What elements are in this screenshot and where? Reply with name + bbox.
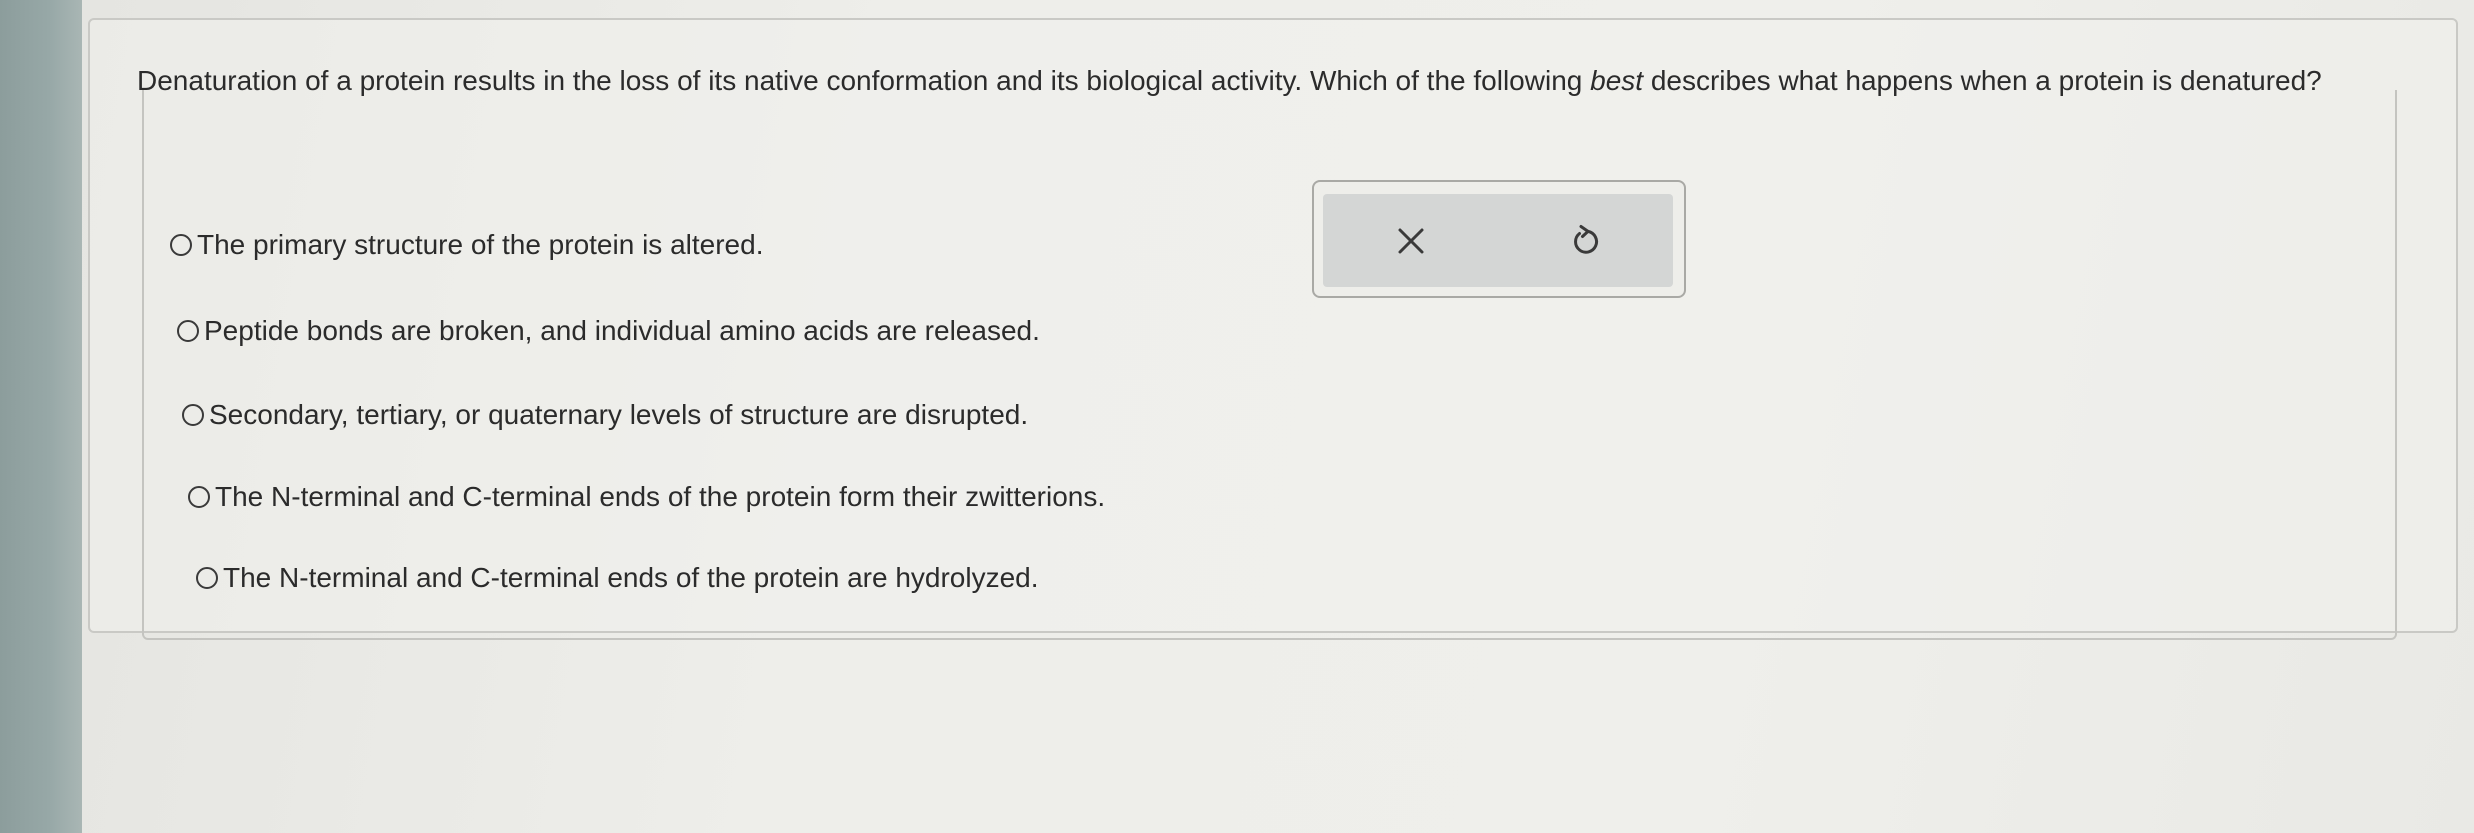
answer-option-label: Secondary, tertiary, or quaternary level… bbox=[209, 399, 1029, 430]
clear-answer-button[interactable] bbox=[1323, 194, 1498, 287]
radio-button[interactable] bbox=[188, 486, 210, 508]
radio-button[interactable] bbox=[170, 234, 192, 256]
question-emphasis: best bbox=[1590, 65, 1644, 96]
background-edge bbox=[0, 0, 82, 833]
radio-button[interactable] bbox=[177, 320, 199, 342]
question-suffix: describes what happens when a protein is… bbox=[1643, 65, 2322, 96]
answer-option-4[interactable]: The N-terminal and C-terminal ends of th… bbox=[188, 481, 1105, 513]
question-text: Denaturation of a protein results in the… bbox=[137, 62, 2407, 99]
answer-option-label: Peptide bonds are broken, and individual… bbox=[204, 315, 1040, 346]
radio-button[interactable] bbox=[196, 567, 218, 589]
answer-option-label: The N-terminal and C-terminal ends of th… bbox=[223, 562, 1039, 593]
undo-icon bbox=[1573, 224, 1598, 254]
answer-option-label: The N-terminal and C-terminal ends of th… bbox=[215, 481, 1106, 512]
close-icon bbox=[1398, 228, 1423, 253]
undo-button[interactable] bbox=[1498, 194, 1673, 287]
question-prefix: Denaturation of a protein results in the… bbox=[137, 65, 1591, 96]
question-inner-panel bbox=[142, 90, 2397, 640]
radio-button[interactable] bbox=[182, 404, 204, 426]
answer-option-label: The primary structure of the protein is … bbox=[197, 229, 764, 260]
answer-option-1[interactable]: The primary structure of the protein is … bbox=[170, 229, 763, 261]
answer-toolbar bbox=[1312, 180, 1686, 298]
answer-option-3[interactable]: Secondary, tertiary, or quaternary level… bbox=[182, 399, 1028, 431]
answer-toolbar-inner bbox=[1323, 194, 1673, 287]
answer-option-5[interactable]: The N-terminal and C-terminal ends of th… bbox=[196, 562, 1039, 594]
answer-option-2[interactable]: Peptide bonds are broken, and individual… bbox=[177, 315, 1040, 347]
